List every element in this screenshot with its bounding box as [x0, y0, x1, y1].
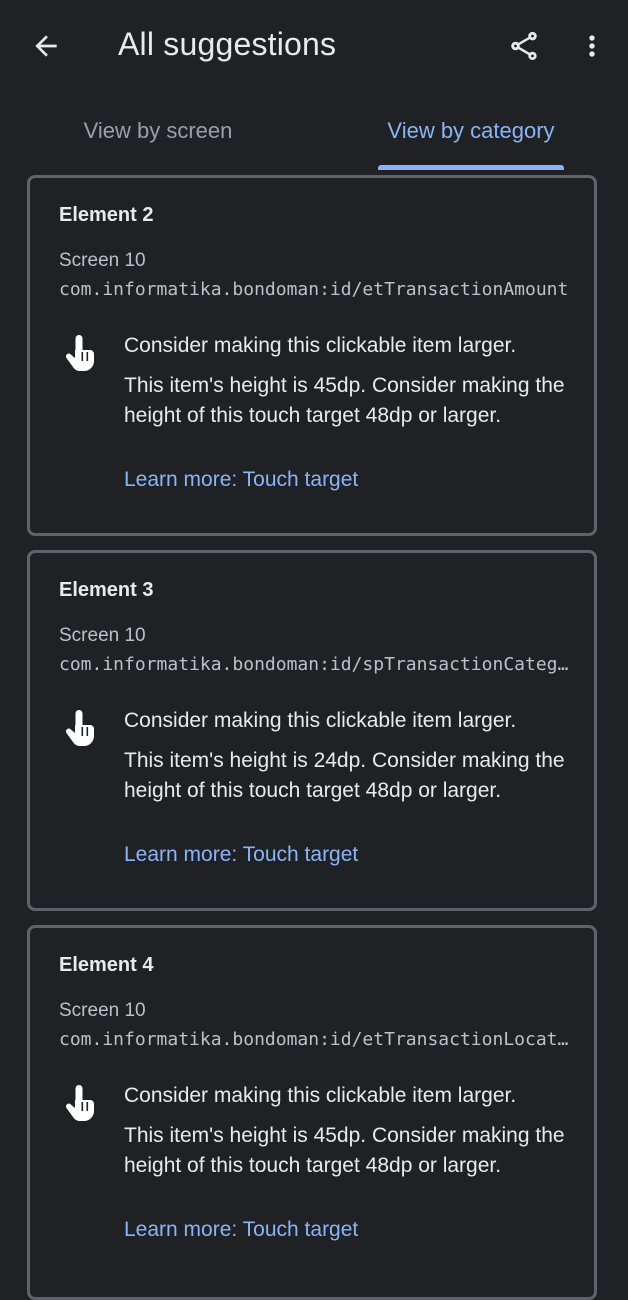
- screen-label: Screen 10: [59, 1000, 146, 1021]
- suggestion-card[interactable]: Element 2 Screen 10 com.informatika.bond…: [27, 175, 597, 536]
- suggestion-card[interactable]: Element 4 Screen 10 com.informatika.bond…: [27, 925, 597, 1300]
- element-title: Element 4: [59, 954, 154, 976]
- tab-view-by-category[interactable]: View by category: [356, 92, 586, 170]
- issue-description: This item's height is 45dp. Consider mak…: [124, 374, 565, 427]
- tab-view-by-screen[interactable]: View by screen: [40, 92, 276, 170]
- resource-id: com.informatika.bondoman:id/spTransactio…: [59, 654, 571, 675]
- learn-more-link[interactable]: Learn more: Touch target: [124, 843, 358, 867]
- element-title: Element 2: [59, 204, 154, 226]
- screen-label: Screen 10: [59, 625, 146, 646]
- share-button[interactable]: [500, 22, 548, 70]
- touch-target-icon: [66, 710, 94, 747]
- tab-bar: View by screen View by category: [0, 92, 628, 170]
- back-button[interactable]: [22, 22, 70, 70]
- app-bar: All suggestions: [0, 0, 628, 92]
- issue-description: This item's height is 45dp. Consider mak…: [124, 1124, 565, 1177]
- learn-more-link[interactable]: Learn more: Touch target: [124, 1218, 358, 1242]
- issue-title: Consider making this clickable item larg…: [124, 334, 517, 357]
- issue-title: Consider making this clickable item larg…: [124, 709, 517, 732]
- suggestion-card[interactable]: Element 3 Screen 10 com.informatika.bond…: [27, 550, 597, 911]
- touch-target-icon: [66, 1085, 94, 1121]
- resource-id: com.informatika.bondoman:id/etTransactio…: [59, 279, 569, 300]
- share-icon: [511, 31, 537, 61]
- screen-label: Screen 10: [59, 250, 146, 271]
- touch-target-icon: [66, 335, 94, 372]
- more-vert-icon: [589, 35, 595, 57]
- arrow-back-icon: [35, 35, 57, 57]
- learn-more-link[interactable]: Learn more: Touch target: [124, 468, 358, 492]
- issue-title: Consider making this clickable item larg…: [124, 1084, 517, 1107]
- resource-id: com.informatika.bondoman:id/etTransactio…: [59, 1029, 571, 1050]
- element-title: Element 3: [59, 579, 154, 601]
- page-title: All suggestions: [118, 26, 337, 62]
- selected-tab-indicator: [378, 165, 564, 170]
- issue-description: This item's height is 24dp. Consider mak…: [124, 749, 565, 802]
- more-options-button[interactable]: [568, 22, 616, 70]
